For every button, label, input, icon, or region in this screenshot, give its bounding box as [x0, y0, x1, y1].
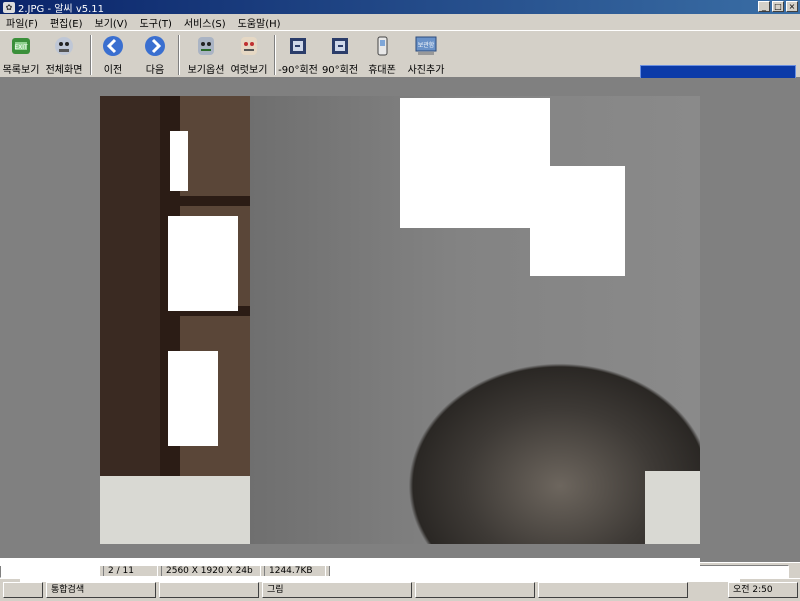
minimize-button[interactable]: _ — [758, 1, 770, 12]
redaction-strip — [20, 576, 740, 582]
next-label: 다음 — [145, 65, 165, 76]
list-view-button[interactable]: EXIT 목록보기 — [2, 33, 40, 77]
menu-bar: 파일(F) 편집(E) 보기(V) 도구(T) 서비스(S) 도움말(H) — [0, 14, 800, 30]
title-bar: ✿ 2.JPG - 알씨 v5.11 _ □ × — [0, 0, 800, 15]
mobile-phone-button[interactable]: 휴대폰 — [366, 33, 398, 77]
toolbar-separator — [90, 35, 92, 75]
menu-tools[interactable]: 도구(T) — [134, 15, 178, 30]
mobile-phone-label: 휴대폰 — [368, 65, 396, 76]
arrow-right-icon — [142, 33, 168, 59]
rotate-right-icon — [327, 33, 353, 59]
view-options-button[interactable]: 보기옵션 — [184, 33, 228, 77]
menu-file[interactable]: 파일(F) — [0, 15, 44, 30]
rotate-left-icon — [285, 33, 311, 59]
shoulder-right — [645, 471, 700, 544]
fullscreen-button[interactable]: 전체화면 — [42, 33, 86, 77]
shelf-board — [180, 196, 250, 206]
redaction-mark — [168, 216, 238, 311]
rotate-right-button[interactable]: 90°회전 — [322, 33, 358, 77]
multi-view-button[interactable]: 여럿보기 — [228, 33, 270, 77]
previous-label: 이전 — [103, 65, 123, 76]
start-button[interactable] — [3, 582, 43, 598]
toolbar-separator — [178, 35, 180, 75]
rotate-right-label: 90°회전 — [321, 65, 359, 76]
mobile-phone-icon — [369, 33, 395, 59]
add-photo-badge: 보관함 — [418, 41, 435, 49]
next-button[interactable]: 다음 — [138, 33, 172, 77]
taskbar-item-picture[interactable]: 그림 — [262, 582, 412, 598]
window-controls: _ □ × — [758, 1, 798, 12]
redaction-mark — [530, 166, 625, 276]
toolbar-separator — [274, 35, 276, 75]
taskbar-clock: 오전 2:50 — [728, 582, 798, 598]
rotate-left-label: -90°회전 — [278, 65, 318, 76]
view-options-label: 보기옵션 — [187, 65, 225, 76]
taskbar-item[interactable] — [538, 582, 688, 598]
list-view-label: 목록보기 — [2, 65, 40, 76]
view-options-icon — [193, 33, 219, 59]
redaction-mark — [170, 131, 188, 191]
multi-view-label: 여럿보기 — [230, 65, 268, 76]
shoulder-left — [100, 476, 250, 544]
maximize-button[interactable]: □ — [772, 1, 784, 12]
taskbar-item[interactable] — [159, 582, 259, 598]
toolbar: EXIT 목록보기 전체화면 이전 다음 보기옵션 여럿보기 -90°회전 90… — [0, 30, 800, 103]
add-photo-icon: 보관함 — [413, 33, 439, 59]
rotate-left-button[interactable]: -90°회전 — [278, 33, 318, 77]
redaction-strip — [0, 558, 700, 566]
add-photo-button[interactable]: 보관함 사진추가 — [404, 33, 448, 77]
close-button[interactable]: × — [786, 1, 798, 12]
fullscreen-label: 전체화면 — [45, 65, 83, 76]
redaction-mark — [400, 98, 550, 228]
displayed-photo[interactable] — [100, 96, 700, 544]
taskbar-item[interactable] — [415, 582, 535, 598]
fullscreen-icon — [51, 33, 77, 59]
list-view-icon: EXIT — [8, 33, 34, 59]
multi-view-icon — [236, 33, 262, 59]
redaction-mark — [168, 351, 218, 446]
menu-help[interactable]: 도움말(H) — [232, 15, 287, 30]
app-icon[interactable]: ✿ — [3, 1, 15, 13]
previous-button[interactable]: 이전 — [96, 33, 130, 77]
menu-service[interactable]: 서비스(S) — [178, 15, 232, 30]
taskbar-item-search[interactable]: 통합검색 — [46, 582, 156, 598]
svg-text:EXIT: EXIT — [14, 44, 28, 51]
menu-view[interactable]: 보기(V) — [89, 15, 134, 30]
arrow-left-icon — [100, 33, 126, 59]
menu-edit[interactable]: 편집(E) — [44, 15, 89, 30]
window-title: 2.JPG - 알씨 v5.11 — [18, 3, 104, 15]
add-photo-label: 사진추가 — [407, 65, 445, 76]
